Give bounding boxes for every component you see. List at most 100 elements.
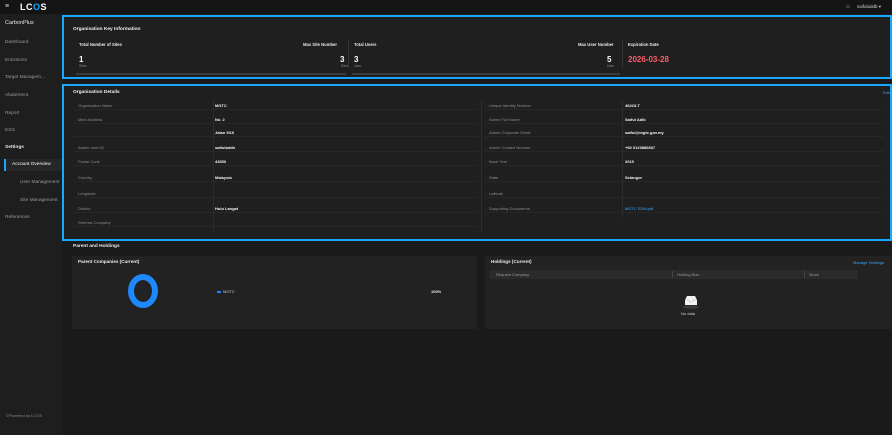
detail-value: Selangor (625, 175, 643, 180)
sidebar-item-abatement[interactable]: Abatement (5, 93, 28, 98)
detail-label: Latitude (489, 191, 504, 196)
total-users-unit: User (354, 64, 362, 68)
detail-label: Supporting Documents (489, 206, 530, 211)
sidebar-item-esg[interactable]: ESG (5, 128, 15, 133)
sidebar-app-title: CarbonPlus (5, 20, 34, 26)
expiration-date-value: 2026-03-28 (628, 55, 669, 64)
detail-value: saiful@mgtc.gov.my (625, 130, 664, 135)
user-menu[interactable]: saifuladdb ▾ (857, 4, 881, 10)
sidebar-item-emissions[interactable]: Emissions (5, 58, 27, 63)
detail-row (73, 156, 478, 166)
holdings-panel (485, 256, 892, 329)
detail-row (484, 114, 884, 124)
total-users-label: Total Users (354, 42, 377, 47)
key-information-card (62, 15, 892, 79)
manage-holdings-link[interactable]: Manage Holdings (853, 260, 884, 265)
detail-value: 43650 (215, 159, 227, 164)
column-request-company[interactable]: Request Company (496, 272, 529, 277)
detail-row (484, 127, 884, 137)
detail-value: No. 2 (215, 117, 225, 122)
detail-label: Country (78, 175, 93, 180)
detail-row (73, 188, 478, 198)
detail-row (73, 217, 478, 227)
detail-row (73, 100, 478, 110)
detail-row (484, 172, 884, 182)
legend-company-name: MGTC (223, 289, 235, 294)
detail-value: +60 0123886667 (625, 145, 656, 150)
legend-swatch (217, 291, 221, 293)
detail-label: District (78, 206, 91, 211)
detail-label: Main Address (78, 117, 103, 122)
column-holding-size[interactable]: Holding Size (677, 272, 699, 277)
detail-row (73, 142, 478, 152)
sidebar-item-account-overview[interactable]: Account Overview (4, 159, 63, 171)
parent-companies-title: Parent Companies (Current) (78, 259, 140, 264)
key-information-title: Organisation Key Information (73, 27, 141, 32)
column-separator (672, 271, 673, 278)
total-users-value: 3 (354, 55, 359, 64)
column-since[interactable]: Since (809, 272, 819, 277)
detail-row (73, 114, 478, 124)
powered-by-text: ©Powered by LCOS (6, 413, 43, 418)
sidebar-item-label: Account Overview (12, 162, 51, 167)
max-user-label: Max User Number (578, 42, 614, 47)
detail-label: Unique Identity Number (489, 103, 532, 108)
no-data-text: No data (681, 311, 696, 316)
holdings-title: Holdings (Current) (491, 259, 532, 264)
max-user-unit: User (607, 64, 615, 68)
divider (622, 40, 623, 68)
divider (348, 40, 349, 68)
total-sites-label: Total Number of Sites (79, 42, 122, 47)
detail-value: Hulu Langat (215, 206, 239, 211)
legend-percentage: 100% (431, 289, 442, 294)
edit-details-button[interactable]: Edit (883, 90, 890, 95)
top-bar: ≡ LCOS ⌂ saifuladdb ▾ (0, 0, 892, 14)
max-site-value: 3 (340, 55, 345, 64)
detail-label: Longitude (78, 191, 96, 196)
max-user-value: 5 (607, 55, 612, 64)
sidebar-item-dashboard[interactable]: Dashboard (5, 40, 28, 45)
organisation-details-title: Organisation Details (73, 90, 120, 95)
detail-row (484, 188, 884, 198)
max-site-label: Max Site Number (303, 42, 337, 47)
detail-row (484, 142, 884, 152)
detail-row (73, 203, 478, 213)
users-usage-bar (352, 73, 620, 75)
supporting-document-link[interactable]: MGTC SSM.pdf (625, 206, 653, 211)
detail-value: saifuladdb (215, 145, 236, 150)
detail-label: State (489, 175, 499, 180)
sidebar: CarbonPlus Dashboard Emissions Target Ma… (0, 14, 63, 435)
detail-value: 2019 (625, 159, 634, 164)
app-logo[interactable]: LCOS (20, 2, 47, 12)
detail-row (484, 100, 884, 110)
detail-value: MGTC (215, 103, 227, 108)
detail-row (484, 203, 884, 213)
total-sites-unit: Sites (79, 64, 87, 68)
detail-label: Base Year (489, 159, 508, 164)
detail-label: Admin Contact Number (489, 145, 531, 150)
expiration-date-label: Expiration Date (628, 42, 659, 47)
detail-row (484, 156, 884, 166)
column-separator (622, 100, 623, 218)
detail-row (73, 127, 478, 137)
parent-donut-chart (128, 274, 158, 308)
detail-value: Saiful Adib (625, 117, 646, 122)
detail-value: Jalan 9/10 (215, 130, 235, 135)
sidebar-item-target-management[interactable]: Target Managem... (5, 75, 45, 80)
detail-label: Referral Company (78, 220, 111, 225)
sidebar-item-references[interactable]: References (5, 215, 30, 220)
total-sites-value: 1 (79, 55, 84, 64)
column-separator (481, 100, 482, 233)
hamburger-menu-icon[interactable]: ≡ (5, 3, 9, 11)
sidebar-item-report[interactable]: Report (5, 111, 19, 116)
parent-holdings-title: Parent and Holdings (73, 244, 120, 249)
sidebar-item-settings[interactable]: Settings (5, 145, 24, 150)
detail-label: Postal Code (78, 159, 100, 164)
detail-value: Malaysia (215, 175, 232, 180)
notification-icon[interactable]: ⌂ (846, 3, 850, 11)
holdings-table-header (490, 270, 858, 279)
detail-label: Organisation Name (78, 103, 113, 108)
detail-row (73, 172, 478, 182)
sidebar-item-user-management[interactable]: User Management (20, 180, 59, 185)
sidebar-item-site-management[interactable]: Site Management (20, 198, 58, 203)
